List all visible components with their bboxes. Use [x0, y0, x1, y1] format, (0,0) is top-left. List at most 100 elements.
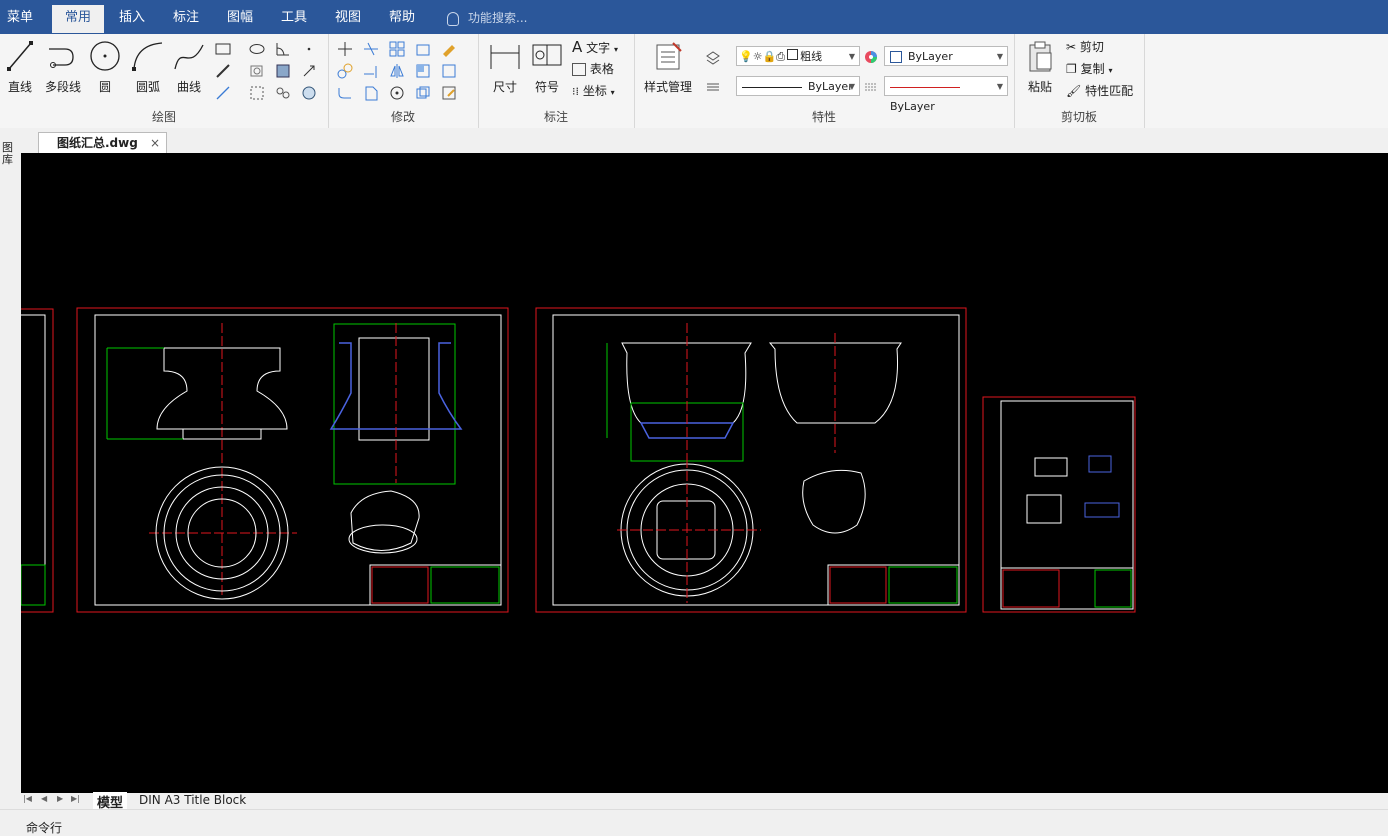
- sheet-partial-left: [21, 308, 54, 613]
- nav-next-button[interactable]: ▶: [57, 794, 63, 803]
- layer-dropdown[interactable]: 💡☼🔒⎙ 粗线 ▼: [736, 46, 860, 66]
- table-label: 表格: [589, 62, 614, 76]
- block-icon[interactable]: [274, 62, 292, 80]
- color-wheel-icon[interactable]: [862, 48, 880, 66]
- curve-button[interactable]: 曲线: [170, 39, 208, 95]
- erase-icon[interactable]: [440, 40, 458, 58]
- cut-button[interactable]: ✂ 剪切: [1066, 37, 1104, 57]
- drawing-content: [21, 307, 1136, 613]
- polyline-button[interactable]: 多段线: [40, 39, 86, 95]
- nav-last-button[interactable]: ▶|: [71, 794, 80, 803]
- table-button[interactable]: 表格: [572, 59, 614, 79]
- copy-button[interactable]: ❐ 复制 ▾: [1066, 59, 1112, 79]
- menu-tab-sheet[interactable]: 图幅: [218, 5, 262, 33]
- dimension-button[interactable]: 尺寸: [486, 39, 524, 95]
- tab-layout-din-a3[interactable]: DIN A3 Title Block: [139, 793, 246, 807]
- nav-first-button[interactable]: |◀: [23, 794, 32, 803]
- color-value: ByLayer: [908, 50, 953, 63]
- document-tab-bar: 图纸汇总.dwg ×: [0, 128, 1388, 154]
- copy-icon: ❐: [1066, 62, 1077, 76]
- copy-object-icon[interactable]: [336, 62, 354, 80]
- menu-tab-menu[interactable]: 菜单: [0, 5, 40, 33]
- point-icon[interactable]: [300, 40, 318, 58]
- library-side-panel[interactable]: 图库: [0, 128, 21, 808]
- nav-prev-button[interactable]: ◀: [41, 794, 47, 803]
- array-icon[interactable]: [388, 40, 406, 58]
- close-icon[interactable]: ×: [150, 133, 160, 153]
- match-properties-label: 特性匹配: [1085, 84, 1134, 98]
- chevron-down-icon: ▾: [610, 88, 615, 97]
- region-icon[interactable]: [248, 62, 266, 80]
- construction-line-icon[interactable]: [214, 84, 232, 102]
- document-tab[interactable]: 图纸汇总.dwg ×: [38, 132, 167, 154]
- scale-icon[interactable]: [362, 84, 380, 102]
- curve-icon: [174, 44, 204, 70]
- linetype-dropdown[interactable]: ByLayer ▼: [736, 76, 860, 96]
- command-line[interactable]: 命令行: [0, 809, 1388, 835]
- menu-tab-insert[interactable]: 插入: [110, 5, 154, 33]
- table-icon: [572, 63, 586, 76]
- polyline-label: 多段线: [44, 80, 81, 94]
- style-manager-button[interactable]: 样式管理: [640, 39, 696, 95]
- stretch-icon[interactable]: [414, 40, 432, 58]
- edit-icon[interactable]: [440, 84, 458, 102]
- menu-tab-help[interactable]: 帮助: [380, 5, 424, 33]
- text-icon: A: [572, 38, 583, 56]
- explode-icon[interactable]: [440, 62, 458, 80]
- rectangle-icon[interactable]: [214, 40, 232, 58]
- arc-button[interactable]: 圆弧: [128, 39, 168, 95]
- symbol-button[interactable]: 符号: [528, 39, 566, 95]
- fillet-icon[interactable]: [336, 84, 354, 102]
- ribbon-group-draw: 直线 多段线 圆 圆弧 曲线 绘图: [0, 34, 329, 128]
- curve-label: 曲线: [176, 80, 201, 94]
- angle-icon[interactable]: [274, 40, 292, 58]
- coordinate-icon: ⁝⁞: [572, 85, 579, 98]
- text-button[interactable]: A 文字 ▾: [572, 37, 618, 57]
- chevron-down-icon: ▼: [848, 52, 855, 61]
- line-icon: [7, 41, 33, 71]
- chevron-down-icon: ▾: [613, 45, 618, 54]
- layer-states-icon[interactable]: [704, 48, 722, 66]
- lineweight-sample: [890, 86, 960, 88]
- ribbon-group-annotate: 尺寸 符号 A 文字 ▾ 表格 ⁝⁞ 坐标 ▾ 标注: [478, 34, 635, 128]
- ellipse-icon[interactable]: [248, 40, 266, 58]
- line-button[interactable]: 直线: [4, 39, 36, 95]
- revcloud-icon[interactable]: [274, 84, 292, 102]
- move-icon[interactable]: [336, 40, 354, 58]
- menu-tab-tools[interactable]: 工具: [272, 5, 316, 33]
- offset-icon[interactable]: [414, 62, 432, 80]
- trim-icon[interactable]: [362, 40, 380, 58]
- menu-tab-view[interactable]: 视图: [326, 5, 370, 33]
- color-dropdown[interactable]: ByLayer ▼: [884, 46, 1008, 66]
- linetype-icon[interactable]: [704, 78, 722, 96]
- polyline-icon: [49, 48, 74, 68]
- ribbon-group-clipboard: 粘贴 ✂ 剪切 ❐ 复制 ▾ 🖌 特性匹配 剪切板: [1014, 34, 1145, 128]
- brush-icon: 🖌: [1066, 84, 1082, 98]
- menu-tab-home[interactable]: 常用: [52, 5, 104, 33]
- printer-icon: ⎙: [776, 50, 786, 63]
- sheet-2: [535, 307, 967, 613]
- symbol-icon: [532, 44, 562, 66]
- boundary-icon[interactable]: [248, 84, 266, 102]
- copy-label: 复制: [1080, 62, 1105, 76]
- lineweight-dropdown[interactable]: ByLayer ▼: [884, 76, 1008, 113]
- coordinate-button[interactable]: ⁝⁞ 坐标 ▾: [572, 81, 615, 101]
- paste-button[interactable]: 粘贴: [1022, 39, 1058, 95]
- extend-icon[interactable]: [362, 62, 380, 80]
- hatch-line-icon[interactable]: [214, 62, 232, 80]
- pointer-icon[interactable]: [300, 62, 318, 80]
- wipeout-icon[interactable]: [300, 84, 318, 102]
- feature-search-placeholder: 功能搜索...: [468, 11, 528, 25]
- rotate-icon[interactable]: [388, 84, 406, 102]
- lineweight-icon[interactable]: [862, 78, 880, 96]
- text-label: 文字: [586, 41, 611, 55]
- line-label: 直线: [7, 80, 32, 94]
- feature-search[interactable]: 功能搜索...: [447, 5, 527, 31]
- drawing-canvas[interactable]: [21, 153, 1388, 793]
- circle-button[interactable]: 圆: [88, 39, 122, 95]
- align-icon[interactable]: [414, 84, 432, 102]
- match-properties-button[interactable]: 🖌 特性匹配: [1066, 81, 1133, 101]
- mirror-icon[interactable]: [388, 62, 406, 80]
- menu-tab-annotate[interactable]: 标注: [164, 5, 208, 33]
- clipboard-group-label: 剪切板: [1060, 110, 1097, 124]
